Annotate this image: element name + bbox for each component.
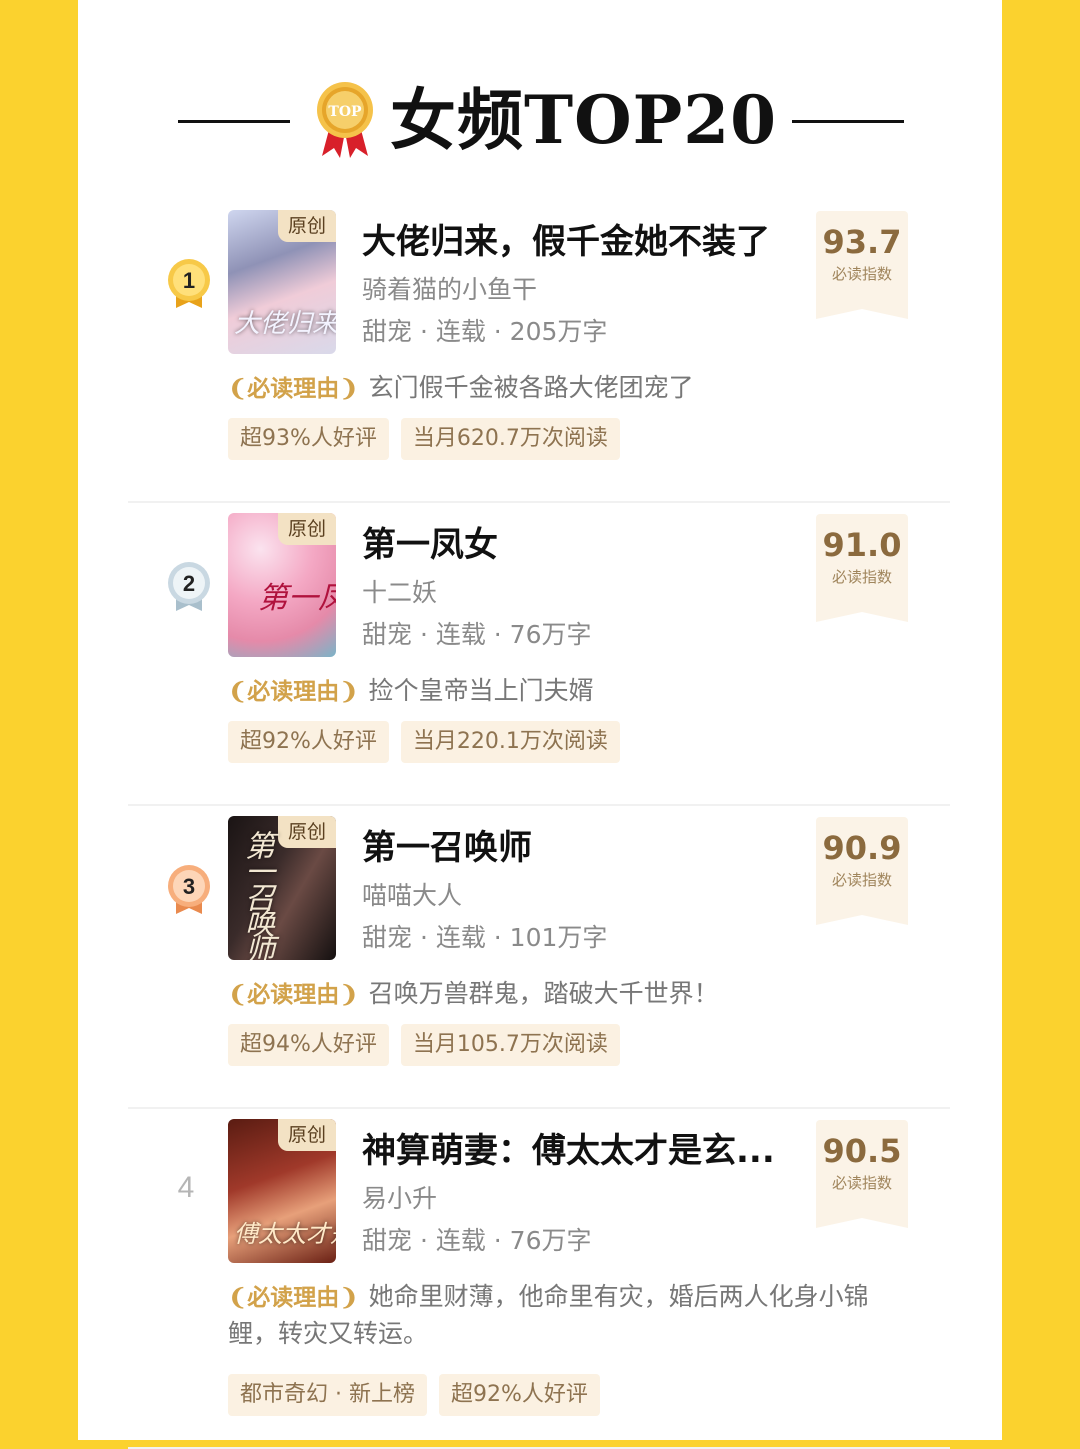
- chip: 超93%人好评: [228, 418, 389, 460]
- book-meta: 甜宠 · 连载 · 205万字: [362, 317, 608, 346]
- chip: 超92%人好评: [438, 1374, 600, 1416]
- original-tag: 原创: [278, 210, 336, 242]
- original-tag: 原创: [278, 1119, 336, 1151]
- cover-title: 第一召唤师: [239, 830, 274, 960]
- book-title[interactable]: 第一召唤师: [362, 820, 532, 869]
- book-list: 1 原创 大佬归来 大佬归来，假千金她不装了 骑着猫的小鱼干 甜宠 · 连载 ·…: [78, 200, 1002, 1449]
- score-value: 90.5: [822, 1132, 902, 1170]
- book-title[interactable]: 大佬归来，假千金她不装了: [362, 214, 770, 263]
- book-author[interactable]: 骑着猫的小鱼干: [362, 270, 537, 306]
- cover-title: 傅太太才是玄学真大佬: [234, 1220, 336, 1248]
- book-item[interactable]: 3 原创 第一召唤师 第一召唤师 喵喵大人 甜宠 · 连载 · 101万字 90…: [78, 806, 1002, 1109]
- book-meta: 甜宠 · 连载 · 76万字: [362, 620, 592, 649]
- page-title: 女频TOP20: [390, 81, 778, 159]
- score-value: 93.7: [822, 223, 902, 261]
- original-tag: 原创: [278, 513, 336, 545]
- svg-text:3: 3: [183, 874, 195, 899]
- cover-title: 大佬归来: [234, 309, 336, 339]
- book-title[interactable]: 第一凤女: [362, 517, 498, 566]
- header-line-right: [792, 120, 904, 123]
- book-cover[interactable]: 原创 第一召唤师: [228, 816, 336, 960]
- ranking-panel: TOP 女频TOP20 1 原创 大佬归来 大佬归来，假千金她不装了 骑着猫的小…: [78, 0, 1002, 1449]
- original-tag: 原创: [278, 816, 336, 848]
- svg-text:1: 1: [183, 268, 195, 293]
- book-chips: 超94%人好评 当月105.7万次阅读: [228, 1024, 632, 1066]
- chip: 当月620.7万次阅读: [400, 418, 620, 460]
- laurel-icon: ❨必读理由❩: [228, 1284, 359, 1311]
- svg-text:TOP: TOP: [328, 104, 362, 120]
- book-cover[interactable]: 原创 第一凤女: [228, 513, 336, 657]
- reason-text: 捡个皇帝当上门夫婿: [368, 676, 594, 705]
- reading-reason: ❨必读理由❩ 捡个皇帝当上门夫婿: [228, 673, 878, 710]
- book-item[interactable]: 4 原创 傅太太才是玄学真大佬 神算萌妻：傅太太才是玄... 易小升 甜宠 · …: [78, 1109, 1002, 1449]
- silver-rank-badge-icon: 2: [168, 562, 210, 611]
- book-cover[interactable]: 原创 傅太太才是玄学真大佬: [228, 1119, 336, 1263]
- must-read-score: 91.0 必读指数: [816, 514, 908, 622]
- laurel-icon: ❨必读理由❩: [228, 981, 359, 1008]
- laurel-icon: ❨必读理由❩: [228, 375, 359, 402]
- must-read-score: 90.5 必读指数: [816, 1120, 908, 1228]
- book-chips: 超92%人好评 当月220.1万次阅读: [228, 721, 632, 763]
- top-medal-icon: TOP: [317, 82, 373, 158]
- score-label: 必读指数: [831, 265, 892, 283]
- cover-title: 第一凤女: [258, 581, 336, 616]
- book-title[interactable]: 神算萌妻：傅太太才是玄...: [362, 1123, 775, 1172]
- book-chips: 超93%人好评 当月620.7万次阅读: [228, 418, 632, 460]
- reading-reason: ❨必读理由❩ 召唤万兽群鬼，踏破大千世界！: [228, 976, 878, 1013]
- must-read-score: 93.7 必读指数: [816, 211, 908, 319]
- book-cover[interactable]: 原创 大佬归来: [228, 210, 336, 354]
- book-author[interactable]: 喵喵大人: [362, 876, 462, 912]
- reason-text: 召唤万兽群鬼，踏破大千世界！: [368, 979, 719, 1008]
- book-item[interactable]: 1 原创 大佬归来 大佬归来，假千金她不装了 骑着猫的小鱼干 甜宠 · 连载 ·…: [78, 200, 1002, 503]
- reason-text: 玄门假千金被各路大佬团宠了: [368, 373, 694, 402]
- score-label: 必读指数: [831, 1174, 892, 1192]
- reading-reason: ❨必读理由❩ 玄门假千金被各路大佬团宠了: [228, 370, 878, 407]
- chip: 都市奇幻 · 新上榜: [228, 1374, 427, 1416]
- book-author[interactable]: 易小升: [362, 1179, 437, 1215]
- score-label: 必读指数: [831, 568, 892, 586]
- chip: 当月105.7万次阅读: [400, 1024, 620, 1066]
- must-read-score: 90.9 必读指数: [816, 817, 908, 925]
- book-meta: 甜宠 · 连载 · 76万字: [362, 1226, 592, 1255]
- score-value: 90.9: [822, 829, 902, 867]
- book-author[interactable]: 十二妖: [362, 573, 437, 609]
- laurel-icon: ❨必读理由❩: [228, 678, 359, 705]
- book-item[interactable]: 2 原创 第一凤女 第一凤女 十二妖 甜宠 · 连载 · 76万字 91.0 必…: [78, 503, 1002, 806]
- chip: 当月220.1万次阅读: [400, 721, 620, 763]
- chip: 超92%人好评: [228, 721, 389, 763]
- chip: 超94%人好评: [228, 1024, 389, 1066]
- book-chips: 都市奇幻 · 新上榜 超92%人好评: [228, 1374, 612, 1416]
- reading-reason: ❨必读理由❩ 她命里财薄，他命里有灾，婚后两人化身小锦鲤，转灾又转运。: [228, 1279, 878, 1352]
- book-meta: 甜宠 · 连载 · 101万字: [362, 923, 608, 952]
- bronze-rank-badge-icon: 3: [168, 865, 210, 914]
- header-line-left: [178, 120, 290, 123]
- svg-text:2: 2: [183, 571, 195, 596]
- score-value: 91.0: [822, 526, 902, 564]
- gold-rank-badge-icon: 1: [168, 259, 210, 308]
- rank-number: 4: [177, 1171, 195, 1204]
- ranking-header: TOP 女频TOP20: [78, 60, 1002, 180]
- score-label: 必读指数: [831, 871, 892, 889]
